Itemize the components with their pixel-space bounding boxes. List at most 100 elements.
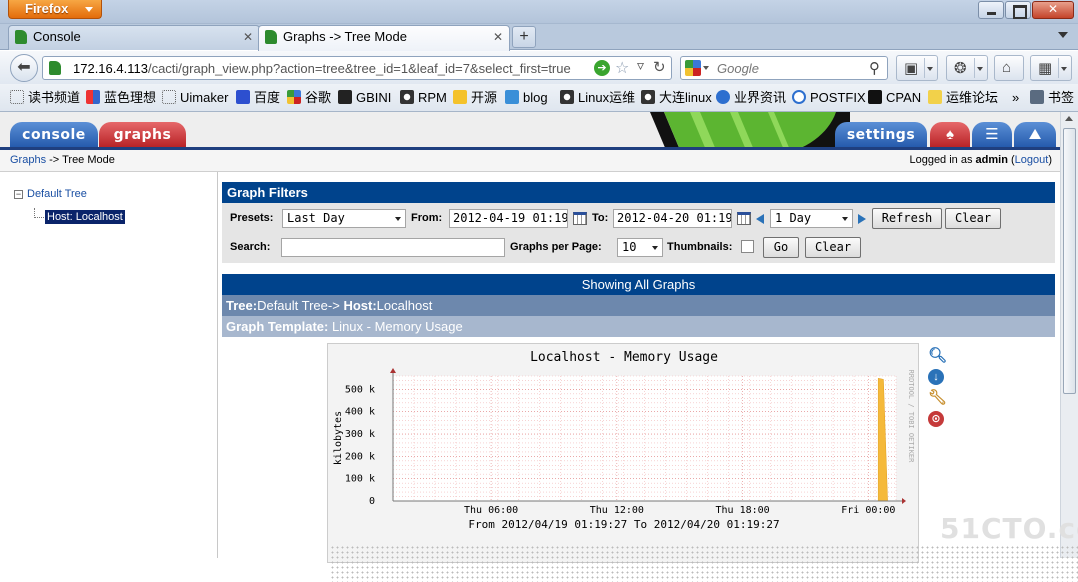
breadcrumb-separator: -> xyxy=(46,154,63,166)
home-icon: ⌂ xyxy=(1002,59,1012,76)
x-tick-label: Thu 18:00 xyxy=(715,505,769,516)
clear-date-button[interactable]: Clear xyxy=(945,208,1001,229)
browser-tab-graphs[interactable]: Graphs -> Tree Mode ✕ xyxy=(258,25,510,51)
csv-export-icon[interactable]: ↓ xyxy=(928,369,944,385)
tree-view-button[interactable]: ♠ xyxy=(930,122,970,150)
y-tick-label: 100 k xyxy=(345,474,375,485)
news-icon xyxy=(716,90,730,104)
login-info: Logged in as admin (Logout) xyxy=(909,154,1052,166)
bookmark-item[interactable]: Linux运维 xyxy=(560,90,635,106)
close-window-button[interactable] xyxy=(1032,1,1074,19)
bookmark-item[interactable]: blog xyxy=(505,90,548,106)
search-input[interactable]: Google xyxy=(717,61,759,76)
collapse-icon[interactable]: − xyxy=(14,190,23,199)
cacti-tab-graphs[interactable]: graphs xyxy=(99,122,186,150)
tree-node-label[interactable]: Default Tree xyxy=(27,188,87,200)
graph-search-input[interactable] xyxy=(281,238,505,257)
new-tab-button[interactable]: + xyxy=(512,26,536,48)
gbini-icon xyxy=(338,90,352,104)
bookmark-item[interactable]: 开源 xyxy=(453,90,497,106)
tree-label: Tree: xyxy=(226,298,258,313)
bookmark-item[interactable]: CPAN xyxy=(868,90,921,106)
tree-node-localhost[interactable]: Host: Localhost xyxy=(45,210,125,224)
preview-view-button[interactable]: ⛰ xyxy=(1014,122,1056,150)
bookmark-star-icon[interactable]: ☆ xyxy=(615,58,629,78)
graph-properties-icon[interactable]: 🔧︎ xyxy=(928,390,947,406)
bookmark-label: 运维论坛 xyxy=(946,90,999,105)
bookmark-label: Uimaker xyxy=(180,90,229,105)
cacti-tab-console[interactable]: console xyxy=(10,122,98,150)
logout-link[interactable]: Logout xyxy=(1015,154,1049,166)
browser-tab-console[interactable]: Console ✕ xyxy=(8,25,260,50)
zoom-graph-icon[interactable]: 🔍︎ xyxy=(928,348,947,364)
url-text[interactable]: 172.16.4.113/cacti/graph_view.php?action… xyxy=(73,61,571,76)
refresh-button[interactable]: Refresh xyxy=(872,208,942,229)
bookmark-label: Linux运维 xyxy=(578,90,636,105)
chevron-down-icon[interactable] xyxy=(703,66,709,70)
tree-node-default-tree[interactable]: − Default Tree xyxy=(14,188,87,200)
bookmark-item[interactable]: 大连linux xyxy=(641,90,712,106)
bookmark-item[interactable]: 读书频道 xyxy=(10,90,80,106)
bookmark-item[interactable]: Uimaker xyxy=(162,90,228,106)
thumbnails-label: Thumbnails: xyxy=(667,241,733,253)
camel-icon xyxy=(868,90,882,104)
minimize-button[interactable] xyxy=(978,1,1004,19)
google-engine-icon[interactable] xyxy=(685,60,701,76)
chevron-down-icon[interactable] xyxy=(1061,67,1067,71)
memory-usage-graph[interactable]: Localhost - Memory Usage kilobytes RRDTO… xyxy=(327,343,919,563)
close-tab-icon[interactable]: ✕ xyxy=(493,26,503,48)
bookmark-item[interactable]: 运维论坛 xyxy=(928,90,998,106)
breadcrumb-graphs-link[interactable]: Graphs xyxy=(10,154,46,166)
screenshot-addon-button[interactable]: ▣ xyxy=(896,55,938,81)
shift-right-arrow-icon[interactable] xyxy=(858,214,866,224)
baidu-paw-icon xyxy=(236,90,250,104)
clear-search-button[interactable]: Clear xyxy=(805,237,861,258)
bookmark-item[interactable]: 蓝色理想 xyxy=(86,90,156,106)
go-arrow-icon[interactable]: ➔ xyxy=(594,60,610,76)
scroll-up-arrow-icon[interactable] xyxy=(1065,116,1073,121)
cacti-tab-settings[interactable]: settings xyxy=(835,122,927,150)
home-button[interactable]: ⌂ xyxy=(994,55,1024,81)
url-history-dropdown-icon[interactable]: ▿ xyxy=(637,57,644,74)
search-bar[interactable]: Google ⚲ xyxy=(680,56,888,80)
url-bar[interactable]: 172.16.4.113/cacti/graph_view.php?action… xyxy=(42,56,672,80)
bookmark-item[interactable]: RPM xyxy=(400,90,447,106)
timespan-icon[interactable]: ⊙ xyxy=(928,411,944,427)
go-button[interactable]: Go xyxy=(763,237,799,258)
y-axis-arrow xyxy=(390,368,396,373)
search-magnifier-icon[interactable]: ⚲ xyxy=(869,59,880,77)
calendar-icon[interactable] xyxy=(737,212,751,225)
from-date-input[interactable]: 2012-04-19 01:19 xyxy=(449,209,568,228)
maximize-button[interactable] xyxy=(1005,1,1031,19)
scrollbar-thumb[interactable] xyxy=(1063,128,1076,394)
reload-icon[interactable]: ↻ xyxy=(653,58,666,76)
thumbnails-checkbox[interactable] xyxy=(741,240,754,253)
firefox-menu-label: Firefox xyxy=(25,1,69,16)
bookmarks-menu-label: 书签 xyxy=(1048,90,1075,105)
login-prefix: Logged in as xyxy=(909,154,976,166)
list-view-button[interactable]: ☰ xyxy=(972,122,1012,150)
calendar-icon[interactable] xyxy=(573,212,587,225)
firefox-menu-button[interactable]: Firefox xyxy=(8,0,102,19)
bookmark-item[interactable]: 谷歌 xyxy=(287,90,331,106)
bookmark-item[interactable]: 业界资讯 xyxy=(716,90,786,106)
tab-list-chevron-icon[interactable] xyxy=(1058,32,1068,38)
back-button[interactable]: ⬅ xyxy=(10,54,38,82)
timespan-select[interactable]: 1 Day xyxy=(770,209,853,228)
bookmarks-menu-button[interactable]: 书签 xyxy=(1030,90,1074,106)
to-date-input[interactable]: 2012-04-20 01:19 xyxy=(613,209,732,228)
bookmark-item[interactable]: 百度 xyxy=(236,90,280,106)
close-tab-icon[interactable]: ✕ xyxy=(243,26,253,48)
apps-button[interactable]: ▦ xyxy=(1030,55,1072,81)
addon-button[interactable]: ❂ xyxy=(946,55,988,81)
presets-select[interactable]: Last Day xyxy=(282,209,406,228)
bookmarks-overflow-button[interactable]: » xyxy=(1012,90,1019,106)
chevron-down-icon[interactable] xyxy=(927,67,933,71)
tab-label: Console xyxy=(33,29,81,44)
per-page-select[interactable]: 10 xyxy=(617,238,663,257)
vertical-scrollbar[interactable] xyxy=(1060,112,1078,558)
shift-left-arrow-icon[interactable] xyxy=(756,214,764,224)
bookmark-item[interactable]: GBINI xyxy=(338,90,391,106)
chevron-down-icon[interactable] xyxy=(977,67,983,71)
bookmark-item[interactable]: POSTFIX xyxy=(792,90,866,106)
